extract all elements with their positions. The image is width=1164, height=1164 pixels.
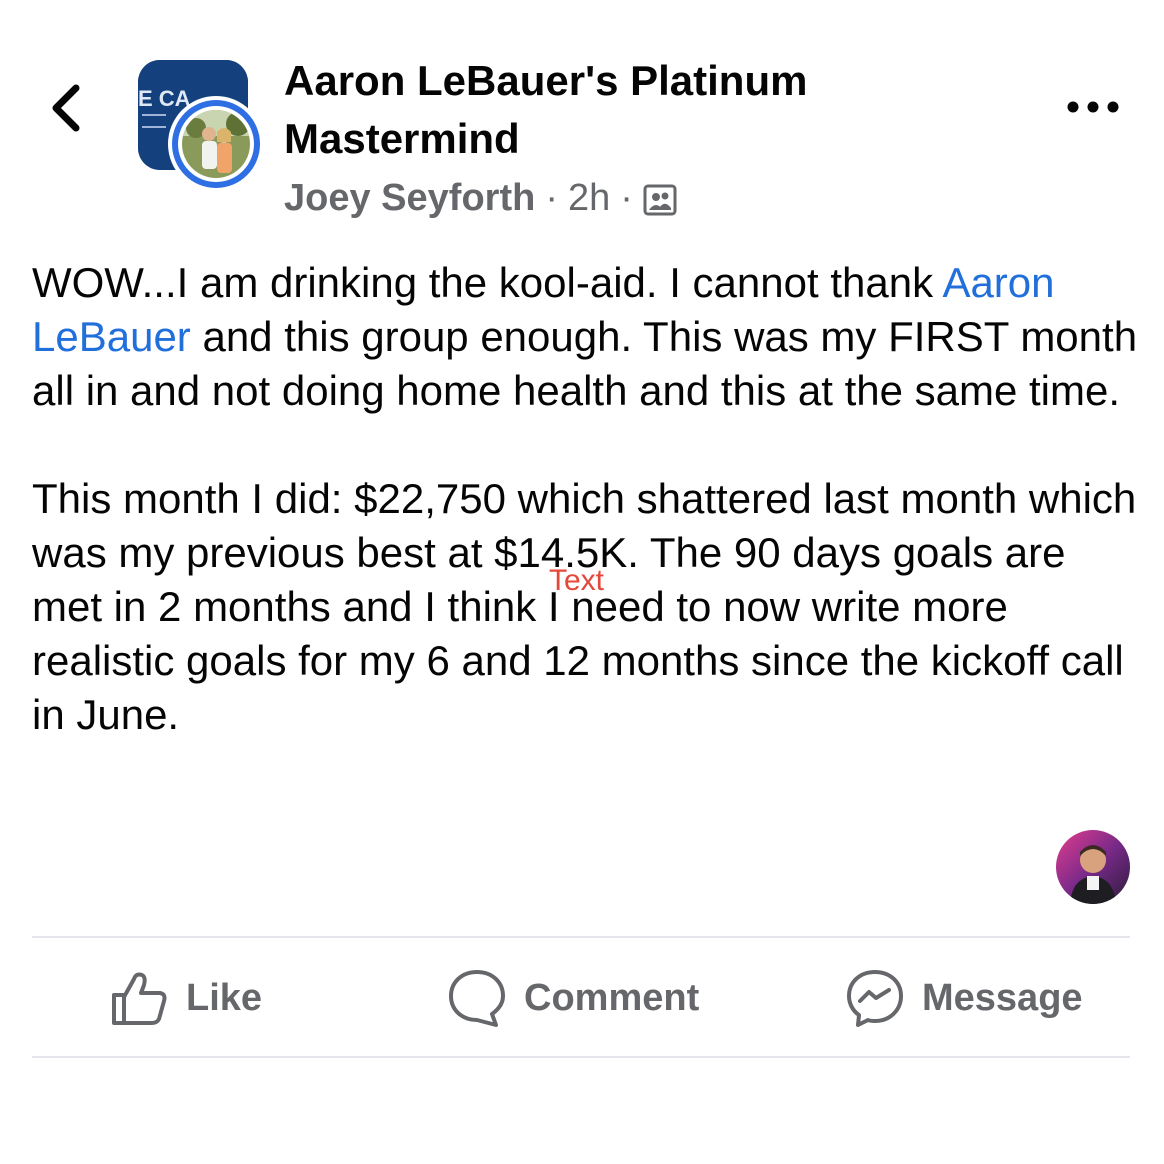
more-horizontal-icon bbox=[1067, 101, 1119, 113]
comment-button[interactable]: Comment bbox=[446, 962, 699, 1034]
group-name[interactable]: Aaron LeBauer's Platinum Mastermind bbox=[284, 52, 924, 168]
more-options-button[interactable] bbox=[1062, 92, 1124, 122]
meta-separator: · bbox=[620, 176, 633, 219]
group-members-icon bbox=[643, 184, 677, 216]
message-label: Message bbox=[922, 976, 1083, 1019]
post-paragraph: This month I did: $22,750 which shattere… bbox=[32, 475, 1148, 738]
post-text: WOW...I am drinking the kool-aid. I cann… bbox=[32, 259, 943, 306]
post-body: WOW...I am drinking the kool-aid. I cann… bbox=[32, 256, 1142, 742]
divider bbox=[32, 1056, 1130, 1058]
like-button[interactable]: Like bbox=[108, 962, 262, 1034]
comment-label: Comment bbox=[524, 976, 700, 1019]
meta-separator: · bbox=[545, 176, 558, 219]
back-button[interactable] bbox=[40, 78, 96, 138]
overlay-text-label: Text bbox=[549, 564, 605, 597]
author-avatar[interactable] bbox=[168, 96, 264, 192]
chevron-left-icon bbox=[52, 84, 80, 132]
group-logo-text: E CA bbox=[138, 86, 191, 111]
message-button[interactable]: Message bbox=[844, 962, 1083, 1034]
reactor-photo bbox=[1056, 830, 1130, 904]
divider bbox=[32, 936, 1130, 938]
author-name[interactable]: Joey Seyforth bbox=[284, 177, 535, 220]
thumbs-up-icon bbox=[112, 972, 167, 1025]
post-text: and this group enough. This was my FIRST… bbox=[32, 313, 1149, 414]
post-time[interactable]: 2h bbox=[568, 177, 610, 220]
reactor-avatar[interactable] bbox=[1056, 830, 1130, 904]
messenger-icon bbox=[847, 970, 903, 1027]
post-paragraph: WOW...I am drinking the kool-aid. I cann… bbox=[32, 256, 1142, 418]
author-photo bbox=[182, 110, 250, 178]
comment-bubble-icon bbox=[449, 970, 505, 1027]
like-label: Like bbox=[186, 976, 263, 1019]
post-meta: Joey Seyforth · 2h · bbox=[284, 172, 677, 224]
